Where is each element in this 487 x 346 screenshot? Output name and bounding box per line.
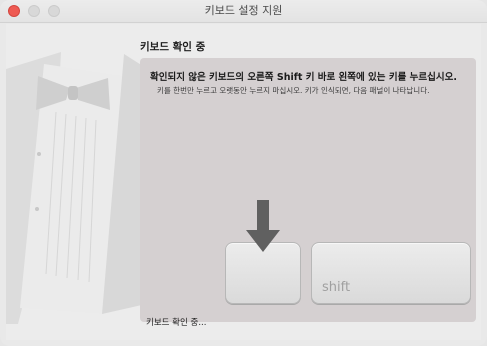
page-heading: 키보드 확인 중 — [140, 41, 206, 53]
shift-key-label: shift — [322, 280, 351, 295]
keyboard-setup-window: 키보드 설정 지원 키보드 확인 중 확인되지 않은 키보드의 오른쪽 Shif… — [0, 0, 487, 346]
shift-key: shift — [311, 242, 471, 304]
title-bar[interactable]: 키보드 설정 지원 — [0, 0, 487, 23]
window-content: 키보드 확인 중 확인되지 않은 키보드의 오른쪽 Shift 키 바로 왼쪽에… — [6, 24, 481, 340]
instruction-text: 확인되지 않은 키보드의 오른쪽 Shift 키 바로 왼쪽에 있는 키를 누르… — [150, 72, 457, 83]
instruction-subtext: 키를 한번만 누르고 오랫동안 누르지 마십시오. 키가 인식되면, 다음 패널… — [157, 86, 430, 95]
window-title: 키보드 설정 지원 — [204, 4, 283, 17]
instruction-panel: 확인되지 않은 키보드의 오른쪽 Shift 키 바로 왼쪽에 있는 키를 누르… — [140, 58, 476, 322]
down-arrow-icon — [246, 200, 280, 252]
status-text: 키보드 확인 중... — [146, 318, 207, 328]
